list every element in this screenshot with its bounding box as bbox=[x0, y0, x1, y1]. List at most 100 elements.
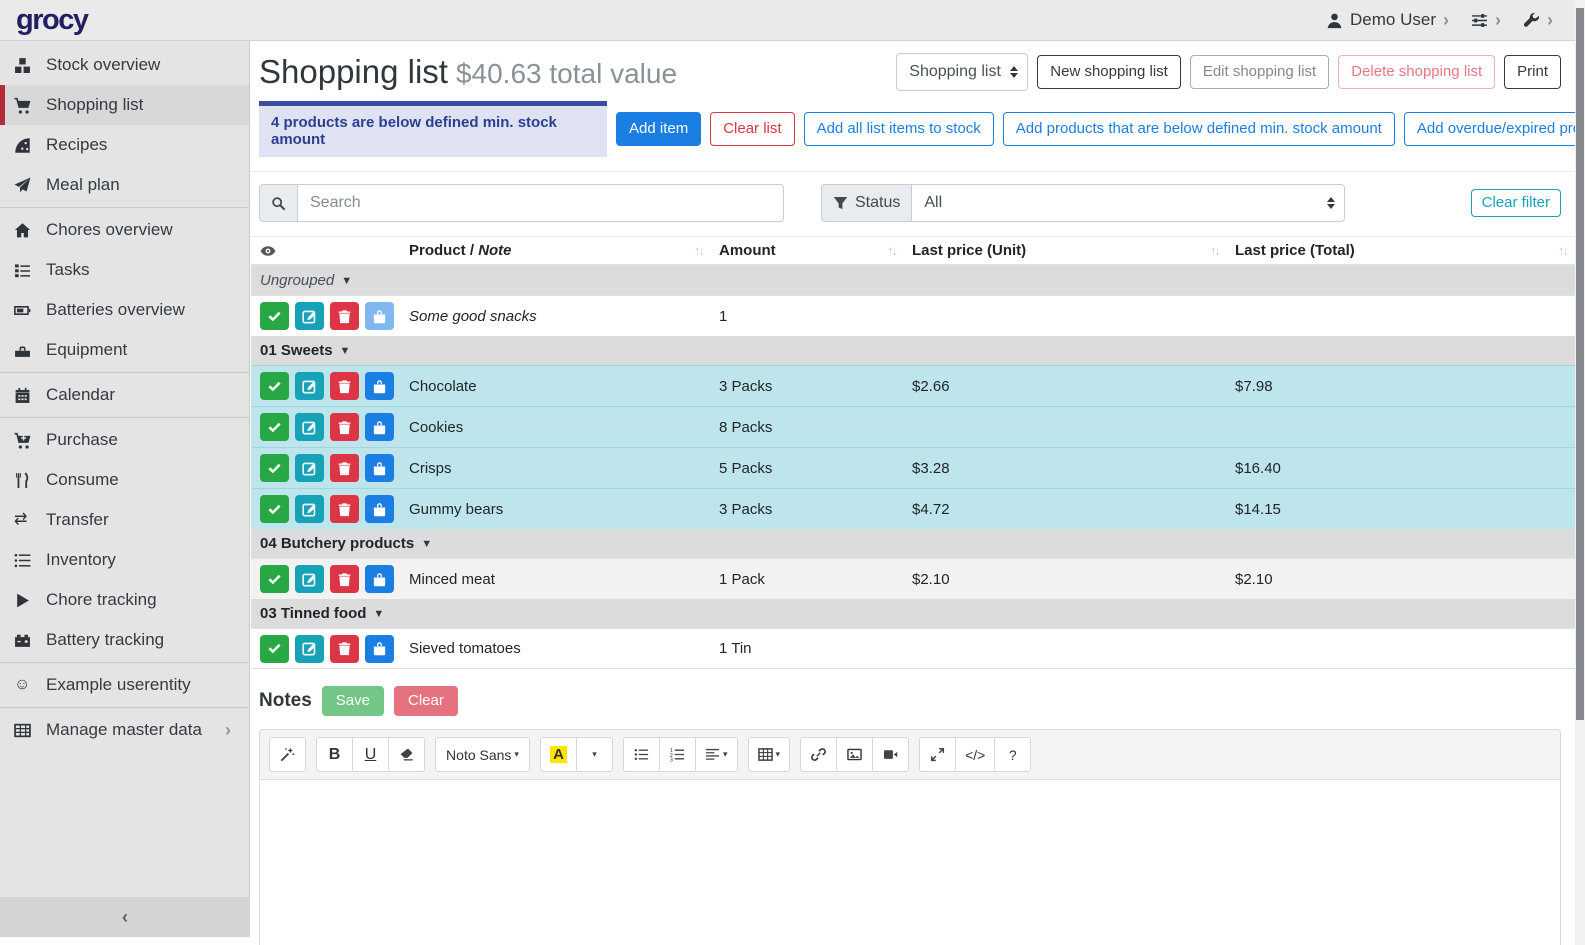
purchase-item-button[interactable] bbox=[365, 302, 394, 330]
edit-item-button[interactable] bbox=[295, 413, 324, 441]
purchase-item-button[interactable] bbox=[365, 372, 394, 400]
mark-done-button[interactable] bbox=[260, 495, 289, 523]
text-color-button[interactable]: A bbox=[540, 737, 577, 772]
sidebar-item-recipes[interactable]: Recipes bbox=[0, 125, 249, 165]
mark-done-button[interactable] bbox=[260, 372, 289, 400]
user-menu[interactable]: Demo User › bbox=[1326, 10, 1449, 30]
sort-icon[interactable]: ↑↓ bbox=[1558, 243, 1567, 258]
mark-done-button[interactable] bbox=[260, 635, 289, 663]
sidebar-item-inventory[interactable]: Inventory bbox=[0, 540, 249, 580]
sidebar-item-chores-overview[interactable]: Chores overview bbox=[0, 210, 249, 250]
unordered-list-button[interactable] bbox=[623, 737, 660, 772]
edit-item-button[interactable] bbox=[295, 302, 324, 330]
purchase-item-button[interactable] bbox=[365, 413, 394, 441]
insert-image-button[interactable] bbox=[836, 737, 873, 772]
edit-item-button[interactable] bbox=[295, 454, 324, 482]
mark-done-button[interactable] bbox=[260, 454, 289, 482]
edit-pen-icon bbox=[302, 461, 317, 476]
sidebar-item-calendar[interactable]: Calendar bbox=[0, 375, 249, 415]
column-header-product[interactable]: Product / Note ↑↓ bbox=[401, 242, 711, 259]
sort-icon[interactable]: ↑↓ bbox=[1210, 243, 1219, 258]
notes-clear-button[interactable]: Clear bbox=[394, 686, 458, 716]
settings-menu[interactable]: › bbox=[1471, 11, 1501, 29]
sort-icon[interactable]: ↑↓ bbox=[694, 243, 703, 258]
code-view-button[interactable]: </> bbox=[955, 737, 995, 772]
text-color-dropdown[interactable]: ▾ bbox=[576, 737, 613, 772]
add-item-button[interactable]: Add item bbox=[616, 112, 701, 146]
mark-done-button[interactable] bbox=[260, 413, 289, 441]
column-header-amount[interactable]: Amount ↑↓ bbox=[711, 242, 904, 259]
add-below-min-button[interactable]: Add products that are below defined min.… bbox=[1003, 112, 1395, 146]
bag-icon bbox=[372, 572, 387, 587]
group-header-row[interactable]: 04 Butchery products▼ bbox=[251, 529, 1575, 558]
insert-link-button[interactable] bbox=[800, 737, 837, 772]
delete-item-button[interactable] bbox=[330, 635, 359, 663]
clear-formatting-button[interactable] bbox=[388, 737, 425, 772]
sidebar-item-chore-tracking[interactable]: Chore tracking bbox=[0, 580, 249, 620]
column-visibility-header[interactable] bbox=[251, 243, 401, 259]
insert-table-dropdown[interactable]: ▾ bbox=[748, 737, 791, 772]
add-overdue-button[interactable]: Add overdue/expired products bbox=[1404, 112, 1575, 146]
search-input[interactable] bbox=[297, 184, 784, 222]
underline-button[interactable]: U bbox=[352, 737, 389, 772]
delete-item-button[interactable] bbox=[330, 372, 359, 400]
group-header-row[interactable]: Ungrouped▼ bbox=[251, 266, 1575, 295]
insert-video-button[interactable] bbox=[872, 737, 909, 772]
fullscreen-button[interactable] bbox=[919, 737, 956, 772]
sort-icon[interactable]: ↑↓ bbox=[887, 243, 896, 258]
sidebar-item-example-userentity[interactable]: ☺Example userentity bbox=[0, 665, 249, 705]
notes-save-button[interactable]: Save bbox=[322, 686, 384, 716]
mark-done-button[interactable] bbox=[260, 565, 289, 593]
sidebar-item-battery-tracking[interactable]: Battery tracking bbox=[0, 620, 249, 660]
scrollbar-thumb[interactable] bbox=[1576, 8, 1584, 720]
group-header-row[interactable]: 03 Tinned food▼ bbox=[251, 599, 1575, 628]
sidebar-item-meal-plan[interactable]: Meal plan bbox=[0, 165, 249, 205]
edit-item-button[interactable] bbox=[295, 495, 324, 523]
mark-done-button[interactable] bbox=[260, 302, 289, 330]
sidebar-item-stock-overview[interactable]: Stock overview bbox=[0, 45, 249, 85]
add-all-to-stock-button[interactable]: Add all list items to stock bbox=[804, 112, 994, 146]
delete-shopping-list-button[interactable]: Delete shopping list bbox=[1338, 55, 1495, 89]
edit-item-button[interactable] bbox=[295, 372, 324, 400]
delete-item-button[interactable] bbox=[330, 565, 359, 593]
paragraph-align-dropdown[interactable]: ▾ bbox=[695, 737, 738, 772]
delete-item-button[interactable] bbox=[330, 413, 359, 441]
admin-menu[interactable]: › bbox=[1523, 11, 1553, 29]
group-header-row[interactable]: 01 Sweets▼ bbox=[251, 336, 1575, 365]
sidebar-item-tasks[interactable]: Tasks bbox=[0, 250, 249, 290]
paper-plane-icon bbox=[14, 177, 40, 194]
new-shopping-list-button[interactable]: New shopping list bbox=[1037, 55, 1181, 89]
page-scrollbar[interactable] bbox=[1575, 0, 1585, 945]
font-family-dropdown[interactable]: Noto Sans ▾ bbox=[435, 737, 530, 772]
sidebar-item-consume[interactable]: Consume bbox=[0, 460, 249, 500]
purchase-item-button[interactable] bbox=[365, 495, 394, 523]
purchase-item-button[interactable] bbox=[365, 565, 394, 593]
clear-list-button[interactable]: Clear list bbox=[710, 112, 794, 146]
purchase-item-button[interactable] bbox=[365, 635, 394, 663]
sidebar-item-manage-master-data[interactable]: Manage master data› bbox=[0, 710, 249, 750]
sidebar-item-batteries-overview[interactable]: Batteries overview bbox=[0, 290, 249, 330]
column-header-price-total[interactable]: Last price (Total) ↑↓ bbox=[1227, 242, 1575, 259]
sidebar-item-equipment[interactable]: Equipment bbox=[0, 330, 249, 370]
sidebar-collapse-button[interactable]: ‹ bbox=[0, 897, 250, 937]
sidebar-item-purchase[interactable]: Purchase bbox=[0, 420, 249, 460]
sidebar-item-shopping-list[interactable]: Shopping list bbox=[0, 85, 249, 125]
ordered-list-button[interactable]: 123 bbox=[659, 737, 696, 772]
clear-filter-button[interactable]: Clear filter bbox=[1471, 189, 1561, 217]
purchase-item-button[interactable] bbox=[365, 454, 394, 482]
notes-editor-textarea[interactable] bbox=[260, 780, 1560, 945]
edit-item-button[interactable] bbox=[295, 565, 324, 593]
edit-item-button[interactable] bbox=[295, 635, 324, 663]
delete-item-button[interactable] bbox=[330, 454, 359, 482]
delete-item-button[interactable] bbox=[330, 495, 359, 523]
print-button[interactable]: Print bbox=[1504, 55, 1561, 89]
bold-button[interactable]: B bbox=[316, 737, 353, 772]
column-header-price-unit[interactable]: Last price (Unit) ↑↓ bbox=[904, 242, 1227, 259]
magic-style-button[interactable] bbox=[269, 737, 306, 772]
edit-shopping-list-button[interactable]: Edit shopping list bbox=[1190, 55, 1329, 89]
help-button[interactable]: ? bbox=[994, 737, 1031, 772]
shopping-list-select[interactable]: Shopping list bbox=[896, 53, 1028, 91]
sidebar-item-transfer[interactable]: ⇄Transfer bbox=[0, 500, 249, 540]
delete-item-button[interactable] bbox=[330, 302, 359, 330]
status-select[interactable]: All bbox=[911, 184, 1345, 222]
